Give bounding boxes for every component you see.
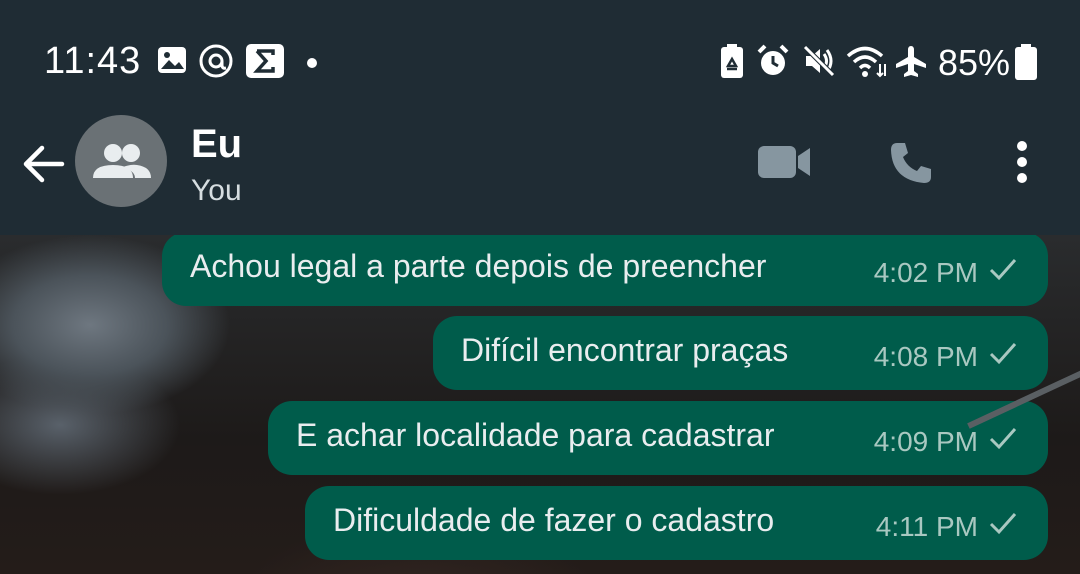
group-avatar-icon — [75, 144, 167, 211]
battery-icon — [1014, 44, 1038, 85]
message-time: 4:02 PM — [873, 257, 978, 288]
message-time: 4:11 PM — [875, 511, 978, 542]
video-call-icon[interactable] — [756, 142, 812, 187]
alarm-icon — [756, 44, 790, 83]
battery-percent: 85% — [938, 42, 1011, 83]
message-bubble[interactable]: Difícil encontrar praças 4:08 PM — [433, 316, 1048, 390]
message-time: 4:08 PM — [873, 341, 978, 372]
single-check-icon — [988, 256, 1018, 288]
message-time: 4:09 PM — [873, 426, 978, 457]
message-meta: 4:09 PM — [874, 426, 1018, 458]
message-text: Dificuldade de fazer o cadastro — [333, 502, 775, 538]
message-bubble[interactable]: Achou legal a parte depois de preencher … — [162, 235, 1048, 306]
back-arrow-icon[interactable] — [18, 138, 70, 190]
sigma-icon — [246, 44, 284, 83]
message-text: E achar localidade para cadastrar — [296, 417, 775, 453]
mute-icon — [802, 44, 836, 83]
single-check-icon — [988, 340, 1018, 372]
chat-area[interactable]: Achou legal a parte depois de preencher … — [0, 235, 1080, 574]
message-bubble[interactable]: Dificuldade de fazer o cadastro 4:11 PM — [305, 486, 1048, 560]
wifi-icon — [846, 44, 888, 83]
airplane-icon — [894, 44, 928, 83]
gallery-icon — [156, 44, 188, 81]
single-check-icon — [988, 510, 1018, 542]
message-meta: 4:02 PM — [874, 257, 1018, 289]
phone-icon[interactable] — [888, 140, 934, 191]
message-bubble[interactable]: E achar localidade para cadastrar 4:09 P… — [268, 401, 1048, 475]
contact-name[interactable]: Eu — [191, 122, 242, 167]
message-text: Difícil encontrar praças — [461, 332, 789, 368]
battery-saver-icon — [720, 44, 744, 83]
status-bar: 11:43 85% — [0, 0, 1080, 110]
more-vert-icon[interactable] — [1012, 138, 1032, 191]
message-meta: 4:08 PM — [874, 341, 1018, 373]
contact-subtitle: You — [191, 174, 242, 207]
threads-icon — [199, 44, 233, 83]
status-time: 11:43 — [44, 40, 142, 82]
single-check-icon — [988, 425, 1018, 457]
avatar[interactable] — [75, 115, 167, 207]
message-meta: 4:11 PM — [876, 511, 1018, 543]
message-text: Achou legal a parte depois de preencher — [190, 248, 767, 284]
chat-header: Eu You — [0, 110, 1080, 235]
notification-dot-icon — [306, 56, 318, 74]
